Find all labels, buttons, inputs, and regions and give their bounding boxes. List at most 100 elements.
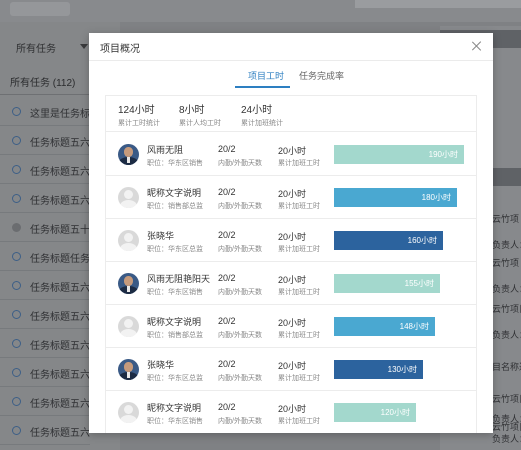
member-name: 风雨无阻 (147, 145, 184, 155)
member-row: 昵称文字说明 职位：销售部总监 20/2 内勤/外勤天数 20小时累计加班工时 180小时 (106, 176, 476, 219)
attendance-value: 20/2 (218, 402, 236, 412)
hours-bar: 155小时 (334, 274, 440, 293)
task-status-icon (12, 252, 21, 261)
overtime-value: 20小时 (278, 189, 307, 199)
attendance-label: 内勤/外勤天数 (218, 203, 262, 210)
task-status-icon (12, 368, 21, 377)
overtime-value: 20小时 (278, 404, 307, 414)
member-name: 风雨无阻艳阳天 (147, 274, 211, 284)
attendance-label: 内勤/外勤天数 (218, 418, 262, 425)
member-role: 职位：华东区销售 (147, 418, 203, 425)
project-list-text: 负责人：赵云 (492, 240, 521, 250)
overtime-value: 20小时 (278, 318, 307, 328)
attendance-value: 20/2 (218, 144, 236, 154)
modal-title: 项目概况 (100, 44, 140, 55)
avatar (118, 359, 139, 380)
task-filter-select: 所有任务 (8, 36, 90, 56)
project-list-text: 负责人：赵云 (492, 330, 521, 340)
stat-value: 24小时 (241, 105, 273, 116)
task-title: 任务标题五六七八 (30, 283, 90, 294)
task-list-item: 任务标题五六七八 (0, 388, 90, 416)
task-title: 任务标题五六七八 (30, 370, 90, 381)
overtime-value: 20小时 (278, 275, 307, 285)
hours-bar-label: 160小时 (407, 236, 437, 245)
attendance-value: 20/2 (218, 273, 236, 283)
overtime-label: 累计加班工时 (278, 203, 320, 210)
task-status-icon (12, 165, 21, 174)
project-list-text: 云竹项目 (492, 394, 521, 404)
task-title: 任务标题五六七八 (30, 196, 90, 207)
stat-label: 累计人均工时 (179, 120, 221, 127)
avatar (118, 187, 139, 208)
member-name: 张晓华 (147, 231, 175, 241)
task-title: 任务标题五六七八 (30, 341, 90, 352)
task-title: 任务标题五十一 (30, 225, 90, 236)
hours-bar-label: 148小时 (399, 322, 429, 331)
hours-bar: 160小时 (334, 231, 443, 250)
active-tab-indicator (235, 86, 290, 88)
task-list-item: 任务标题五六七八 (0, 417, 90, 445)
stat-label: 累计工时统计 (118, 120, 160, 127)
task-title: 这里是任务标题 (30, 109, 90, 120)
summary-stats: 124小时 累计工时统计 8小时 累计人均工时 24小时 累计加班统计 (106, 96, 476, 132)
task-list-item: 任务标题五六七八 (0, 127, 90, 155)
task-title: 任务标题五六七八 (30, 428, 90, 439)
task-list-item: 任务标题五六七八 (0, 359, 90, 387)
overtime-label: 累计加班工时 (278, 418, 320, 425)
task-list-item: 这里是任务标题 (0, 98, 90, 126)
modal-tabs: 项目工时 任务完成率 (89, 61, 493, 91)
stat-avg-hours: 8小时 累计人均工时 (179, 101, 221, 128)
attendance-value: 20/2 (218, 316, 236, 326)
project-list-text: 云竹项 (492, 214, 520, 224)
project-overview-modal: 项目概况 项目工时 任务完成率 124小时 累计工时统计 8小时 累计人均工时 … (89, 33, 493, 433)
project-list-text: 目名称过 (492, 362, 521, 372)
top-search-field (10, 2, 70, 16)
all-tasks-heading: 所有任务 (112) (10, 78, 76, 89)
stat-value: 124小时 (118, 105, 155, 116)
task-status-icon (12, 281, 21, 290)
task-status-icon (12, 397, 21, 406)
top-right-bar (355, 0, 521, 8)
tab-task-completion[interactable]: 任务完成率 (299, 69, 344, 82)
hours-bar-label: 180小时 (421, 193, 451, 202)
hours-bar: 190小时 (334, 145, 464, 164)
task-title: 任务标题五六七八 (30, 167, 90, 178)
task-list-item: 任务标题五六七八 (0, 156, 90, 184)
member-role: 职位：华东区总监 (147, 375, 203, 382)
overtime-label: 累计加班工时 (278, 160, 320, 167)
overtime-label: 累计加班工时 (278, 332, 320, 339)
task-filter-label: 所有任务 (16, 44, 56, 55)
task-list-item: 任务标题任务标题 (0, 243, 90, 271)
task-status-icon (12, 223, 21, 232)
task-status-icon (12, 310, 21, 319)
overtime-label: 累计加班工时 (278, 246, 320, 253)
stat-label: 累计加班统计 (241, 120, 283, 127)
tab-project-hours[interactable]: 项目工时 (248, 69, 284, 82)
member-role: 职位：销售部总监 (147, 203, 203, 210)
member-role: 职位：华东区总监 (147, 246, 203, 253)
task-list-item: 任务标题五六七八 (0, 185, 90, 213)
attendance-value: 20/2 (218, 187, 236, 197)
task-status-icon (12, 194, 21, 203)
member-name: 昵称文字说明 (147, 188, 202, 198)
task-title: 任务标题五六七八 (30, 312, 90, 323)
attendance-label: 内勤/外勤天数 (218, 375, 262, 382)
member-row: 风雨无阻艳阳天 职位：华东区销售 20/2 内勤/外勤天数 20小时 累计加班工时 155小… (106, 262, 476, 305)
member-row: 张晓华 职位：华东区总监 20/2 内勤/外勤天数 20小时 累计加班工时 160小时 (106, 219, 476, 262)
member-row: 昵称文字说明 职位：销售部总监 20/2 内勤/外勤天数 20小时 累计加班工时 148小时 (106, 305, 476, 348)
close-icon[interactable] (471, 40, 483, 52)
member-row: 风雨无阻 职位：华东区销售 20/2 内勤/外勤天数 20小时 累计加班工时 190小时 (106, 133, 476, 176)
task-list-item: 任务标题五十一 (0, 214, 90, 242)
member-name: 昵称文字说明 (147, 403, 202, 413)
avatar (118, 273, 139, 294)
task-status-icon (12, 426, 21, 435)
task-list-item: 任务标题五六七八 (0, 301, 90, 329)
member-name: 昵称文字说明 (147, 317, 202, 327)
overtime-value: 20小时 (278, 361, 307, 371)
task-status-icon (12, 136, 21, 145)
member-name: 张晓华 (147, 360, 175, 370)
stat-total-hours: 124小时 累计工时统计 (118, 101, 160, 128)
member-role: 职位：销售部总监 (147, 332, 203, 339)
attendance-value: 20/2 (218, 359, 236, 369)
stat-overtime-hours: 24小时 累计加班统计 (241, 101, 283, 128)
